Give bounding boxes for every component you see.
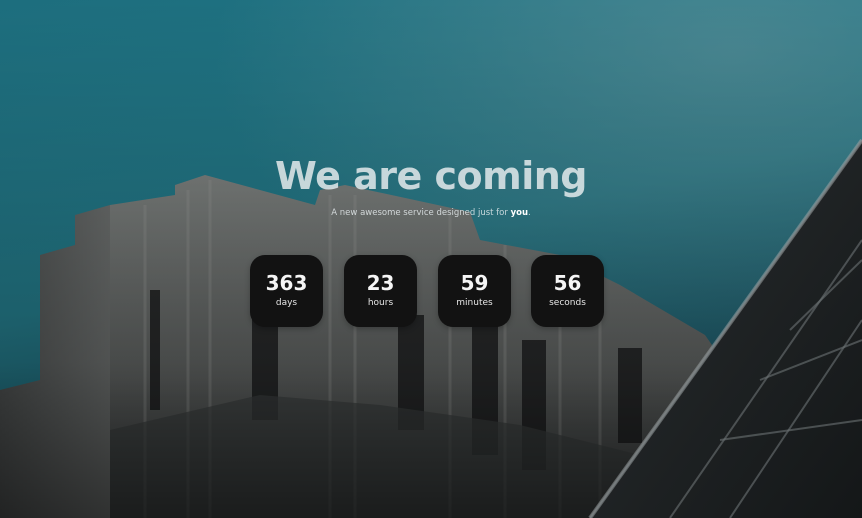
countdown-minutes-tile: 59 minutes [438, 255, 511, 327]
countdown-hours-value: 23 [366, 271, 395, 295]
countdown-minutes-value: 59 [460, 271, 489, 295]
countdown-seconds-label: seconds [549, 298, 586, 308]
countdown-seconds-value: 56 [553, 271, 582, 295]
countdown-minutes-label: minutes [456, 298, 493, 308]
countdown-days-value: 363 [265, 271, 308, 295]
countdown-seconds-tile: 56 seconds [531, 255, 604, 327]
coming-soon-content: We are coming A new awesome service desi… [0, 0, 862, 518]
countdown-days-label: days [275, 298, 298, 308]
page-title: We are coming [275, 154, 587, 198]
subtitle-emphasis: you [510, 208, 529, 218]
countdown-timer: 363 days 23 hours 59 minutes 56 seconds [250, 255, 605, 327]
countdown-hours-tile: 23 hours [344, 255, 417, 327]
countdown-hours-label: hours [367, 298, 394, 308]
countdown-days-tile: 363 days [250, 255, 323, 327]
subtitle-suffix: . [528, 208, 531, 218]
page-subtitle: A new awesome service designed just for … [0, 205, 862, 221]
subtitle-text: A new awesome service designed just for [331, 208, 511, 218]
